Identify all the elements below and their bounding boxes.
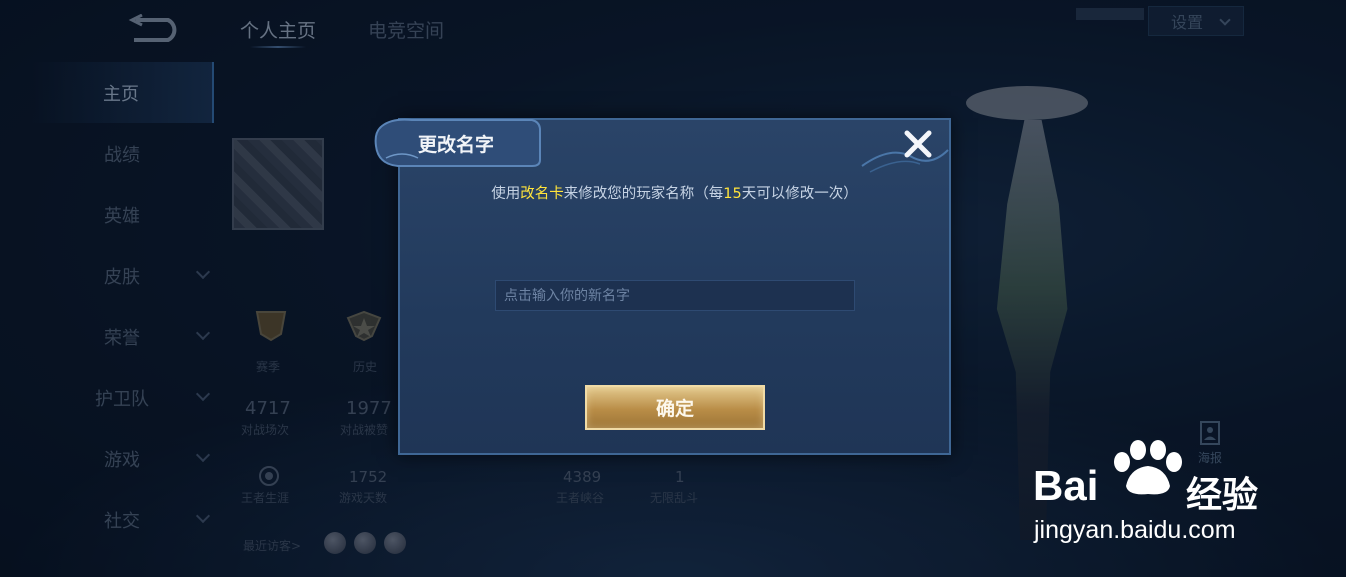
- dialog-title: 更改名字: [418, 134, 495, 156]
- desc-text: 来修改您的玩家名称（每: [563, 186, 724, 202]
- watermark-brand-jingyan: 经验: [1186, 475, 1259, 516]
- watermark-brand-bai: Bai: [1033, 462, 1099, 509]
- desc-text: 使用: [491, 186, 521, 202]
- game-profile-screen: 个人主页 电竞空间 设置 主页 战绩 英雄 皮肤 荣誉 护卫队 游戏 社交 赛季…: [0, 0, 1346, 577]
- days-highlight: 15: [723, 186, 742, 202]
- close-icon[interactable]: [898, 124, 938, 164]
- rename-description: 使用改名卡来修改您的玩家名称（每15天可以修改一次）: [398, 182, 951, 203]
- watermark-url: jingyan.baidu.com: [1034, 516, 1236, 544]
- baidu-paw-logo: [1114, 440, 1182, 495]
- desc-text: 天可以修改一次）: [741, 186, 858, 202]
- new-name-input[interactable]: [495, 280, 855, 311]
- confirm-button[interactable]: 确定: [585, 385, 765, 430]
- rename-card-highlight: 改名卡: [520, 186, 564, 202]
